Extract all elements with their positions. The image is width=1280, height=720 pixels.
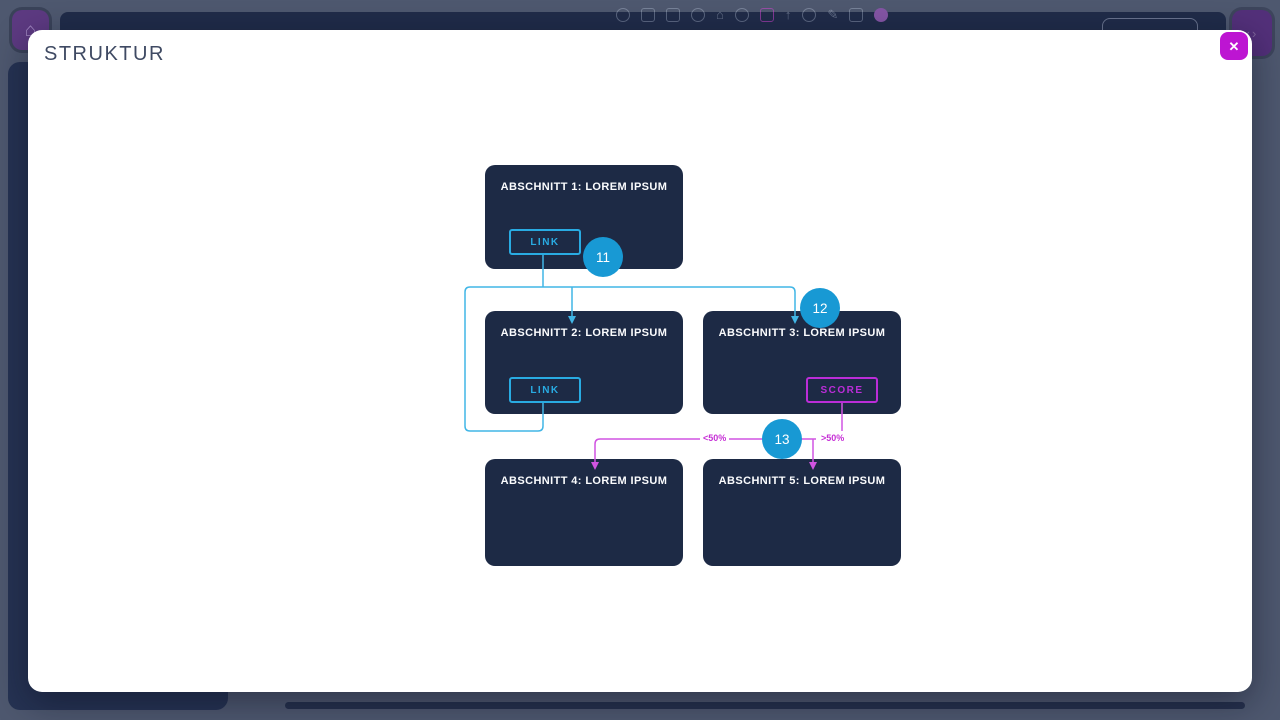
close-button[interactable]: ✕	[1220, 32, 1248, 60]
toolbar-icon	[616, 8, 630, 22]
toolbar-icon	[849, 8, 863, 22]
node-title: ABSCHNITT 4: LOREM IPSUM	[485, 475, 683, 487]
toolbar-icon	[735, 8, 749, 22]
arrow-up-icon: ↑	[785, 8, 792, 22]
link-button-2: LINK	[509, 377, 581, 403]
toolbar-icon	[691, 8, 705, 22]
home-outline-icon: ⌂	[716, 8, 724, 22]
edge-label-less-50: <50%	[700, 432, 729, 445]
step-badge-13: 13	[762, 419, 802, 459]
node-abschnitt-4: ABSCHNITT 4: LOREM IPSUM	[485, 459, 683, 566]
link-button-1: LINK	[509, 229, 581, 255]
modal-title: STRUKTUR	[44, 43, 165, 66]
node-title: ABSCHNITT 5: LOREM IPSUM	[703, 475, 901, 487]
step-badge-12: 12	[800, 288, 840, 328]
node-title: ABSCHNITT 1: LOREM IPSUM	[485, 181, 683, 193]
topbar-icon-row: ⌂ ↑ ✎	[616, 8, 888, 22]
toolbar-icon	[760, 8, 774, 22]
pencil-icon: ✎	[827, 8, 838, 22]
edge-label-greater-50: >50%	[818, 432, 847, 445]
toolbar-icon	[802, 8, 816, 22]
node-title: ABSCHNITT 2: LOREM IPSUM	[485, 327, 683, 339]
toolbar-icon	[641, 8, 655, 22]
node-abschnitt-5: ABSCHNITT 5: LOREM IPSUM	[703, 459, 901, 566]
content-divider	[285, 702, 1245, 709]
avatar	[874, 8, 888, 22]
score-button: SCORE	[806, 377, 878, 403]
step-badge-11: 11	[583, 237, 623, 277]
toolbar-icon	[666, 8, 680, 22]
close-icon: ✕	[1229, 40, 1240, 53]
node-title: ABSCHNITT 3: LOREM IPSUM	[703, 327, 901, 339]
